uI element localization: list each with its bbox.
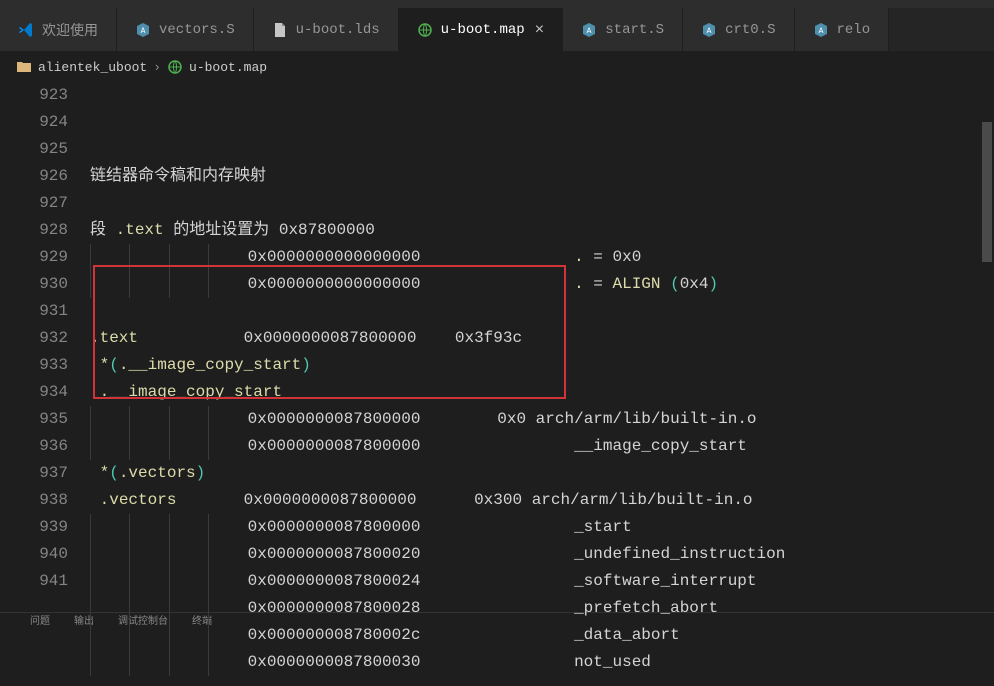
line-number: 931: [0, 298, 68, 325]
line-number: 925: [0, 136, 68, 163]
code-line[interactable]: .__image_copy_start: [90, 379, 994, 406]
line-number: 928: [0, 217, 68, 244]
code-line[interactable]: .text 0x0000000087800000 0x3f93c: [90, 325, 994, 352]
code-line[interactable]: 0x000000008780002c _data_abort: [90, 622, 994, 649]
map-file-icon: [167, 59, 183, 75]
code-line[interactable]: 0x0000000087800020 _undefined_instructio…: [90, 541, 994, 568]
code-line[interactable]: 0x0000000087800030 not_used: [90, 649, 994, 676]
tab-u-boot-lds[interactable]: u-boot.lds: [254, 8, 399, 51]
menubar: [0, 0, 994, 8]
line-number: 939: [0, 514, 68, 541]
code-line[interactable]: 0x0000000087800000 __image_copy_start: [90, 433, 994, 460]
breadcrumb[interactable]: alientek_uboot › u-boot.map: [0, 52, 994, 82]
line-number: 930: [0, 271, 68, 298]
breadcrumb-folder[interactable]: alientek_uboot: [38, 60, 147, 75]
breadcrumb-file[interactable]: u-boot.map: [189, 60, 267, 75]
line-number: 923: [0, 82, 68, 109]
code-line[interactable]: 0x0000000000000000 . = ALIGN (0x4): [90, 271, 994, 298]
code-line[interactable]: 0x0000000087800000 0x0 arch/arm/lib/buil…: [90, 406, 994, 433]
asm-icon: A: [813, 22, 829, 38]
svg-text:A: A: [587, 27, 592, 36]
line-number: 941: [0, 568, 68, 595]
code-line[interactable]: 0x0000000087800000 _start: [90, 514, 994, 541]
svg-text:A: A: [141, 27, 146, 36]
editor-tabs: 欢迎使用 Avectors.S u-boot.lds u-boot.map × Astar…: [0, 8, 994, 52]
tab-label: crt0.S: [725, 22, 775, 38]
code-line[interactable]: [90, 190, 994, 217]
line-number: 935: [0, 406, 68, 433]
line-number: 924: [0, 109, 68, 136]
editor-area[interactable]: 9239249259269279289299309319329339349359…: [0, 82, 994, 612]
code-line[interactable]: 0x0000000087800028 _prefetch_abort: [90, 595, 994, 622]
line-number-gutter: 9239249259269279289299309319329339349359…: [0, 82, 90, 612]
tab-label: 欢迎使用: [42, 20, 98, 40]
vscode-icon: [18, 22, 34, 38]
line-number: 929: [0, 244, 68, 271]
line-number: 936: [0, 433, 68, 460]
scrollbar-thumb[interactable]: [982, 122, 992, 262]
line-number: 934: [0, 379, 68, 406]
tab-label: relo: [837, 22, 871, 38]
tab-欢迎使用[interactable]: 欢迎使用: [0, 8, 117, 51]
code-line[interactable]: *(.__image_copy_start): [90, 352, 994, 379]
close-icon[interactable]: ×: [535, 21, 545, 39]
line-number: 932: [0, 325, 68, 352]
tab-u-boot-map[interactable]: u-boot.map ×: [399, 8, 564, 51]
code-line[interactable]: .vectors 0x0000000087800000 0x300 arch/a…: [90, 487, 994, 514]
svg-text:A: A: [707, 27, 712, 36]
asm-icon: A: [135, 22, 151, 38]
map-icon: [417, 22, 433, 38]
line-number: 926: [0, 163, 68, 190]
tab-label: start.S: [605, 22, 664, 38]
panel-tab[interactable]: 问题: [30, 612, 50, 626]
tab-label: u-boot.map: [441, 22, 525, 38]
asm-icon: A: [701, 22, 717, 38]
code-line[interactable]: 链结器命令稿和内存映射: [90, 163, 994, 190]
code-line[interactable]: 段 .text 的地址设置为 0x87800000: [90, 217, 994, 244]
line-number: 940: [0, 541, 68, 568]
file-icon: [272, 22, 288, 38]
chevron-right-icon: ›: [153, 60, 161, 75]
svg-text:A: A: [818, 27, 823, 36]
tab-crt0-S[interactable]: Acrt0.S: [683, 8, 794, 51]
asm-icon: A: [581, 22, 597, 38]
line-number: 938: [0, 487, 68, 514]
code-content[interactable]: 链结器命令稿和内存映射段 .text 的地址设置为 0x87800000 0x0…: [90, 82, 994, 612]
folder-icon: [16, 59, 32, 75]
code-line[interactable]: 0x0000000000000000 . = 0x0: [90, 244, 994, 271]
tab-start-S[interactable]: Astart.S: [563, 8, 683, 51]
line-number: 927: [0, 190, 68, 217]
tab-label: u-boot.lds: [296, 22, 380, 38]
tab-label: vectors.S: [159, 22, 235, 38]
tab-relo[interactable]: Arelo: [795, 8, 890, 51]
vertical-scrollbar[interactable]: [980, 82, 994, 612]
line-number: 933: [0, 352, 68, 379]
tab-vectors-S[interactable]: Avectors.S: [117, 8, 254, 51]
code-line[interactable]: 0x0000000087800024 _software_interrupt: [90, 568, 994, 595]
line-number: 937: [0, 460, 68, 487]
